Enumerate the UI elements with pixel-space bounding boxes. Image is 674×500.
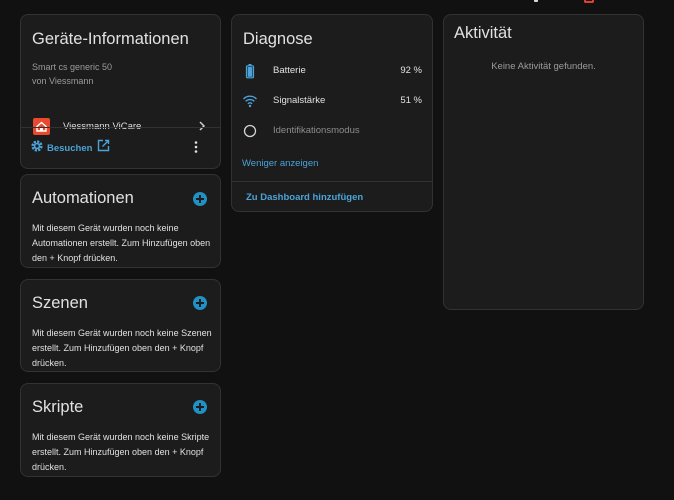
delete-icon[interactable]	[584, 0, 594, 3]
add-scene-icon[interactable]	[193, 296, 207, 310]
activity-title: Aktivität	[454, 24, 512, 42]
diagnostics-card: Diagnose Batterie 92 % Signalstärke 51 %…	[231, 14, 433, 212]
diagnostics-title: Diagnose	[243, 30, 313, 48]
divider	[232, 181, 432, 182]
diagnostic-row-signal[interactable]: Signalstärke 51 %	[232, 90, 432, 112]
more-options-icon[interactable]	[193, 140, 199, 159]
activity-empty-text: Keine Aktivität gefunden.	[491, 61, 596, 72]
diagnostic-row-identify[interactable]: Identifikationsmodus	[232, 120, 432, 142]
chevron-right-icon	[196, 119, 208, 137]
diagnostic-value: 51 %	[400, 95, 422, 106]
add-script-icon[interactable]	[193, 400, 207, 414]
scenes-card: Szenen Mit diesem Gerät wurden noch kein…	[20, 279, 221, 372]
visit-button[interactable]: Besuchen	[30, 139, 110, 157]
wifi-icon	[242, 93, 258, 109]
circle-outline-icon	[242, 123, 258, 139]
visit-label: Besuchen	[47, 142, 93, 154]
scripts-title: Skripte	[32, 398, 84, 416]
toolbar-icon[interactable]	[534, 0, 538, 2]
diagnostic-label: Batterie	[273, 65, 306, 76]
scripts-empty-text: Mit diesem Gerät wurden noch keine Skrip…	[32, 432, 210, 472]
scenes-empty-text: Mit diesem Gerät wurden noch keine Szene…	[32, 328, 212, 368]
automations-card: Automationen Mit diesem Gerät wurden noc…	[20, 174, 221, 268]
scripts-card: Skripte Mit diesem Gerät wurden noch kei…	[20, 383, 221, 477]
device-info-card: Geräte-Informationen Smart cs generic 50…	[20, 14, 221, 169]
open-in-new-icon	[97, 139, 110, 157]
diagnostic-row-battery[interactable]: Batterie 92 %	[232, 60, 432, 82]
show-less-link[interactable]: Weniger anzeigen	[242, 158, 318, 169]
automations-title: Automationen	[32, 189, 134, 207]
automations-empty-text: Mit diesem Gerät wurden noch keine Autom…	[32, 223, 211, 263]
add-automation-icon[interactable]	[193, 192, 207, 206]
device-manufacturer: von Viessmann	[32, 76, 94, 86]
gear-icon	[30, 139, 44, 158]
diagnostic-label: Signalstärke	[273, 95, 326, 106]
add-to-dashboard-button[interactable]: Zu Dashboard hinzufügen	[246, 192, 363, 203]
scenes-title: Szenen	[32, 294, 88, 312]
device-model-name: Smart cs generic 50	[32, 62, 113, 72]
integration-row[interactable]: Viessmann ViCare	[21, 112, 220, 140]
device-page: Geräte-Informationen Smart cs generic 50…	[0, 0, 674, 500]
diagnostic-label: Identifikationsmodus	[273, 125, 360, 136]
device-info-title: Geräte-Informationen	[32, 30, 189, 48]
device-model: Smart cs generic 50 von Viessmann	[32, 60, 112, 88]
battery-icon	[242, 63, 258, 79]
diagnostic-value: 92 %	[400, 65, 422, 76]
divider	[21, 127, 220, 128]
activity-card: Aktivität Keine Aktivität gefunden.	[443, 14, 644, 310]
